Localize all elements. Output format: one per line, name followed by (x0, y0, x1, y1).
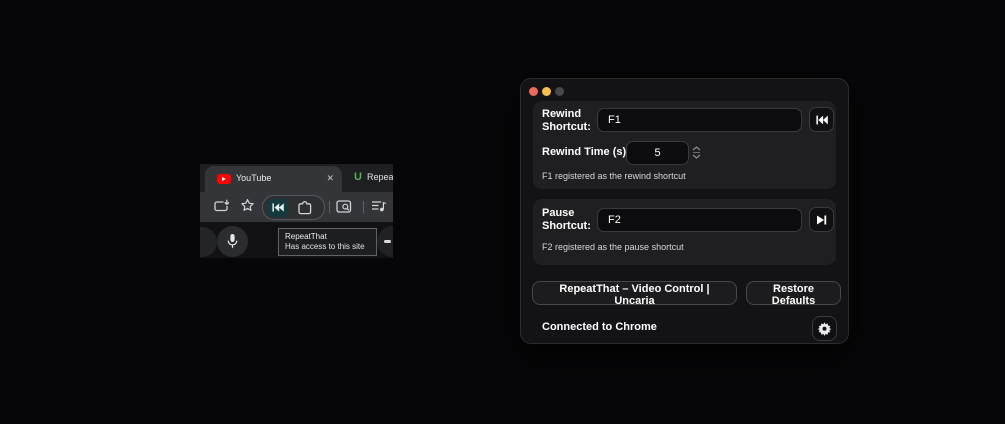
close-window-button[interactable] (529, 87, 538, 96)
youtube-icon (217, 174, 231, 184)
microphone-icon (226, 233, 239, 250)
play-pause-icon (816, 215, 827, 225)
stepper-down-icon[interactable] (692, 154, 701, 159)
pause-status-text: F2 registered as the pause shortcut (542, 242, 684, 252)
rewind-status-text: F1 registered as the rewind shortcut (542, 171, 686, 181)
minimize-window-button[interactable] (542, 87, 551, 96)
settings-button[interactable] (812, 316, 837, 341)
more-button[interactable] (377, 226, 393, 257)
rewind-time-stepper[interactable] (691, 141, 702, 163)
browser-toolbar (200, 192, 393, 222)
zoom-window-button[interactable] (555, 87, 564, 96)
side-search-icon[interactable] (336, 200, 352, 214)
partial-button[interactable] (200, 227, 217, 257)
stepper-divider (693, 151, 700, 153)
app-title-button[interactable]: RepeatThat – Video Control | Uncaria (532, 281, 737, 307)
rewind-shortcut-label: Rewind Shortcut: (542, 108, 591, 133)
tab-youtube[interactable]: YouTube ✕ (205, 166, 342, 192)
tab-strip: YouTube ✕ U Repea (200, 164, 393, 192)
toolbar-divider (363, 201, 364, 213)
extensions-icon[interactable] (297, 200, 313, 216)
connection-status-text: Connected to Chrome (542, 321, 657, 333)
rewind-test-button[interactable] (809, 107, 834, 132)
repeatthat-app-window: Rewind Shortcut: Rewind Time (s): (520, 78, 849, 344)
extension-access-tooltip: RepeatThat Has access to this site (278, 228, 377, 256)
pause-shortcut-input[interactable] (597, 208, 802, 232)
page-content-strip: RepeatThat Has access to this site (200, 222, 393, 258)
restore-defaults-button[interactable]: Restore Defaults (746, 281, 841, 307)
extensions-pill (262, 195, 325, 220)
pause-test-button[interactable] (809, 207, 834, 232)
tooltip-subtitle: Has access to this site (285, 242, 365, 251)
browser-window-fragment: YouTube ✕ U Repea RepeatThat Has access … (200, 164, 393, 258)
rewind-icon (815, 115, 828, 125)
pause-settings-card: Pause Shortcut: F2 registered as the pau… (533, 199, 836, 265)
pause-shortcut-label: Pause Shortcut: (542, 207, 591, 232)
rewind-extension-icon[interactable] (267, 198, 288, 217)
gear-icon (817, 321, 832, 336)
rewind-settings-card: Rewind Shortcut: Rewind Time (s): (533, 101, 836, 189)
bookmark-star-icon[interactable] (240, 198, 255, 213)
close-icon[interactable]: ✕ (326, 173, 334, 184)
voice-search-button[interactable] (217, 226, 248, 257)
tab-title: YouTube (236, 173, 272, 183)
save-to-device-icon[interactable] (214, 199, 231, 214)
playlist-icon[interactable] (371, 200, 387, 213)
rewind-shortcut-input[interactable] (597, 108, 802, 132)
rewind-time-input[interactable] (626, 141, 689, 165)
stepper-up-icon[interactable] (692, 145, 701, 151)
desktop-background: YouTube ✕ U Repea RepeatThat Has access … (0, 0, 1005, 424)
tooltip-title: RepeatThat (285, 232, 327, 241)
toolbar-divider (329, 201, 330, 213)
uncaria-icon: U (354, 171, 362, 183)
tab-repeatthat[interactable]: Repea (367, 172, 393, 182)
more-icon (384, 240, 391, 243)
